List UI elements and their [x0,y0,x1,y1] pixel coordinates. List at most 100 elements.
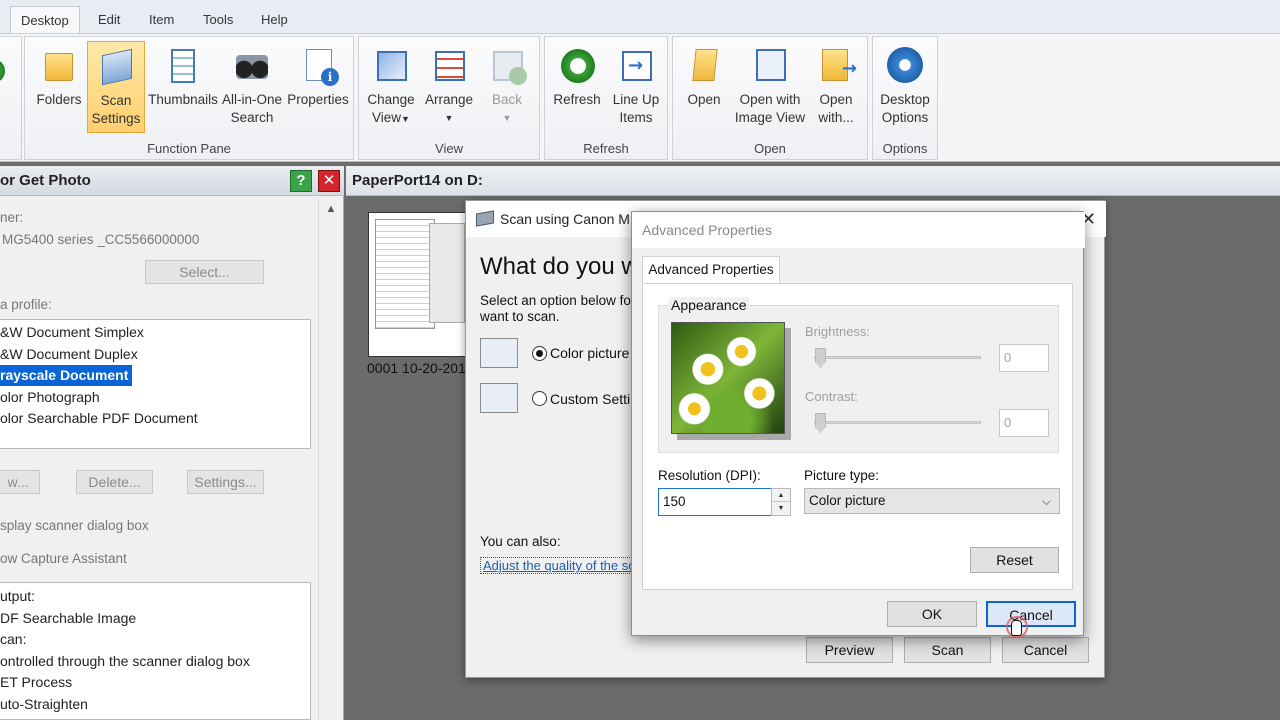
capture-assistant-option[interactable]: ow Capture Assistant [0,551,127,566]
appearance-label: Appearance [669,297,749,313]
picture-type-label: Picture type: [804,468,880,483]
preview-image [671,322,785,434]
chevron-down-icon[interactable]: ▼ [772,502,790,515]
brightness-value[interactable]: 0 [999,344,1049,372]
adjust-quality-link[interactable]: Adjust the quality of the sc [480,557,632,574]
output-line: ET Process [0,674,73,690]
group-label-refresh: Refresh [583,141,629,156]
scan-settings-label-2: Settings [91,111,141,126]
contrast-value[interactable]: 0 [999,409,1049,437]
tab-advanced-properties[interactable]: Advanced Properties [642,256,780,284]
appearance-group: Appearance Brightness: 0 Contrast: 0 [658,297,1059,453]
open-with-icon [816,45,857,85]
custom-settings-icon[interactable] [480,383,518,413]
resolution-input[interactable]: 150 [658,488,773,516]
panel-scrollbar[interactable]: ▲ [318,198,342,720]
brightness-slider-thumb[interactable] [815,348,826,368]
arrange-button[interactable]: Arrange ▼ [421,41,477,133]
binoculars-icon [232,45,272,85]
document-thumbnail[interactable] [368,212,470,357]
folder-icon [39,45,79,85]
change-view-button[interactable]: Change View▼ [363,41,419,133]
scan-dialog-heading: What do you w [480,253,639,280]
partial-ribbon-button[interactable] [0,41,19,133]
desktop-title: PaperPort14 on D: [352,172,483,189]
ribbon-group-function-pane: Folders Scan Settings Thumbnails All-in-… [24,36,354,160]
scan-panel-title: or Get Photo [0,172,91,189]
profile-settings-button[interactable]: Settings... [187,470,264,494]
change-view-label-1: Change [367,92,415,107]
menu-tools[interactable]: Tools [193,6,243,33]
change-view-icon [371,45,411,85]
new-profile-button[interactable]: w... [0,470,40,494]
thumbnails-icon [163,45,203,85]
brightness-slider[interactable] [814,356,981,359]
image-view-icon [750,45,790,85]
scroll-up-icon[interactable]: ▲ [319,200,343,218]
output-line: utput: [0,588,36,604]
desktop-options-button[interactable]: Desktop Options [875,41,935,133]
select-scanner-button[interactable]: Select... [145,260,264,284]
open-with-label-2: with... [818,110,854,125]
scanner-icon [96,46,136,86]
line-up-icon [616,45,656,85]
chevron-up-icon[interactable]: ▲ [772,489,790,502]
delete-profile-button[interactable]: Delete... [76,470,153,494]
contrast-slider[interactable] [814,421,981,424]
list-item-selected[interactable]: rayscale Document [0,365,133,386]
reset-button[interactable]: Reset [970,547,1059,573]
all-in-one-search-button[interactable]: All-in-One Search [219,41,285,133]
menu-item[interactable]: Item [139,6,184,33]
scan-cancel-button[interactable]: Cancel [1002,637,1089,663]
list-item[interactable]: &W Document Duplex [0,344,142,365]
display-scanner-dialog-option[interactable]: splay scanner dialog box [0,518,149,533]
list-item[interactable]: &W Document Simplex [0,322,148,343]
group-label-open: Open [754,141,786,156]
menu-desktop[interactable]: Desktop [10,6,80,33]
resolution-label: Resolution (DPI): [658,468,761,483]
picture-type-select[interactable]: Color picture ⌵ [804,488,1060,514]
properties-button[interactable]: Properties [285,41,351,133]
list-item[interactable]: olor Searchable PDF Document [0,408,202,429]
advanced-properties-dialog: Advanced Properties Advanced Properties … [631,211,1085,636]
menu-help[interactable]: Help [251,6,298,33]
folders-label: Folders [36,92,82,107]
back-button[interactable]: Back ▼ [479,41,535,133]
refresh-button[interactable]: Refresh [547,41,607,133]
arrange-icon [429,45,469,85]
color-picture-icon[interactable] [480,338,518,368]
line-up-items-button[interactable]: Line Up Items [607,41,665,133]
open-with-label-1: Open [819,92,853,107]
resolution-stepper[interactable]: ▲ ▼ [771,488,791,516]
chevron-down-icon: ▼ [444,113,454,123]
thumbnail-label: 0001 10-20-201 [367,360,466,376]
profile-list: &W Document Simplex &W Document Duplex r… [0,319,311,449]
output-line: can: [0,631,27,647]
contrast-slider-thumb[interactable] [815,413,826,433]
desktop-options-label-1: Desktop [880,92,930,107]
scan-settings-button[interactable]: Scan Settings [87,41,145,133]
preview-button[interactable]: Preview [806,637,893,663]
folders-button[interactable]: Folders [31,41,87,133]
color-picture-label[interactable]: Color picture [550,345,629,361]
thumbnails-button[interactable]: Thumbnails [147,41,219,133]
open-button[interactable]: Open [675,41,733,133]
advanced-properties-title: Advanced Properties [632,212,1085,248]
open-iv-label-2: Image View [734,110,806,125]
color-picture-radio[interactable] [532,346,547,361]
menu-bar: Desktop Edit Item Tools Help [0,0,1280,34]
open-with-button[interactable]: Open with... [807,41,865,133]
cancel-button[interactable]: Cancel [986,601,1076,627]
scan-button[interactable]: Scan [904,637,991,663]
close-icon[interactable]: ✕ [318,170,340,192]
list-item[interactable]: olor Photograph [0,387,104,408]
ok-button[interactable]: OK [887,601,977,627]
line-up-label-2: Items [619,110,653,125]
open-with-image-view-button[interactable]: Open with Image View [733,41,807,133]
also-label: You can also: [480,534,561,549]
custom-settings-radio[interactable] [532,391,547,406]
help-icon[interactable]: ? [290,170,312,192]
chevron-down-icon: ▼ [502,113,512,123]
menu-edit[interactable]: Edit [88,6,130,33]
brightness-label: Brightness: [805,324,871,339]
